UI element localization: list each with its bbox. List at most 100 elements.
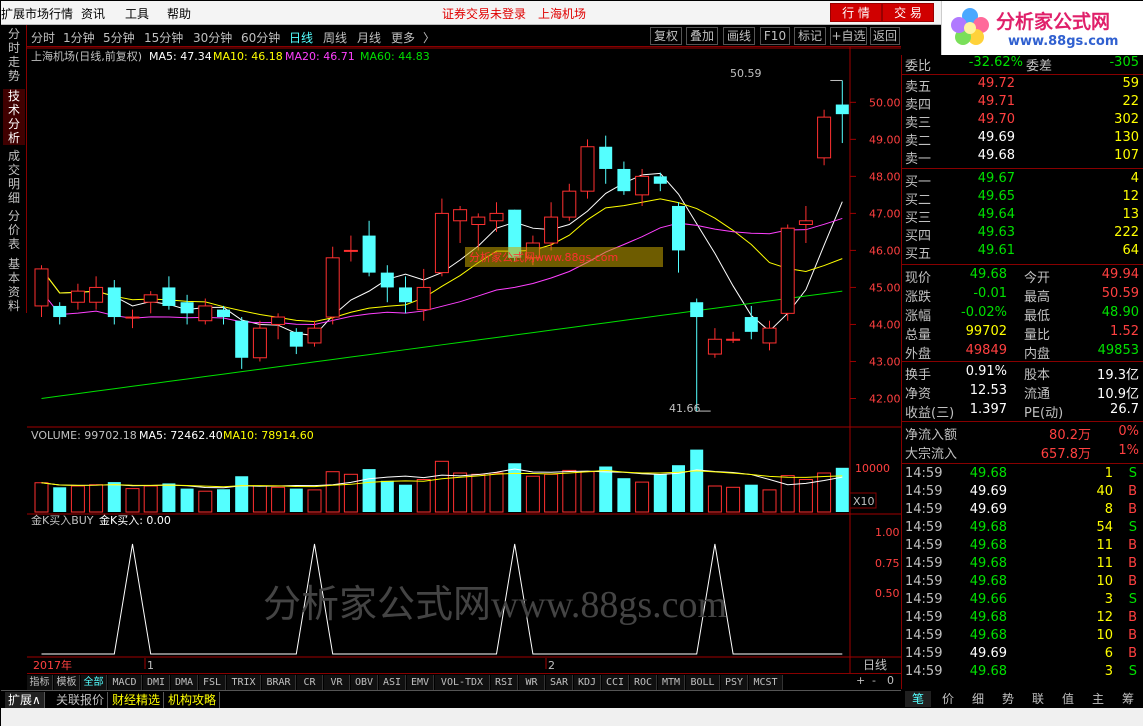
price-tick-label: 50.00 <box>869 96 901 109</box>
status-institution[interactable]: 机构攻略 <box>165 692 221 708</box>
tab-price-table[interactable]: 分价表 <box>3 209 25 251</box>
volume-bar <box>508 463 522 512</box>
right-tab-1[interactable]: 价 <box>935 691 961 707</box>
indicator-tab-sar[interactable]: SAR <box>546 675 573 690</box>
chevron-right-icon[interactable]: 〉 <box>423 29 435 46</box>
indicator-tab-rsi[interactable]: RSI <box>491 675 518 690</box>
indicator-tab-brar[interactable]: BRAR <box>262 675 296 690</box>
candle-body <box>580 146 595 192</box>
volume-bar <box>835 467 849 512</box>
volume-bar <box>143 485 158 513</box>
right-tab-4[interactable]: 联 <box>1025 691 1051 707</box>
status-expand[interactable]: 扩展∧ <box>5 692 45 708</box>
add-watchlist-button[interactable]: +自选 <box>830 27 867 45</box>
period-daily[interactable]: 日线 <box>289 29 313 46</box>
candle-body <box>835 104 849 115</box>
volume-bar <box>70 485 85 513</box>
tick-trade-row: 14:59 49.69 8 B <box>905 502 1137 517</box>
tab-deals[interactable]: 成交明细 <box>3 149 25 205</box>
indicator-tab-dma[interactable]: DMA <box>171 675 198 690</box>
indicator-tab-mtm[interactable]: MTM <box>658 675 685 690</box>
candle-body <box>817 116 832 159</box>
trade-button[interactable]: 交 易 <box>882 3 934 22</box>
indicator-tab-fsl[interactable]: FSL <box>199 675 226 690</box>
period-60min[interactable]: 60分钟 <box>241 29 280 46</box>
sell-level-row: 卖四 49.71 22 <box>905 94 1139 113</box>
quote-button[interactable]: 行 情 <box>830 3 882 22</box>
indicator-tab-boll[interactable]: BOLL <box>686 675 720 690</box>
candle-body <box>726 338 741 341</box>
login-status[interactable]: 证券交易未登录 <box>442 5 526 22</box>
candle-body <box>198 305 213 322</box>
indicator-tab-kdj[interactable]: KDJ <box>574 675 601 690</box>
right-tab-3[interactable]: 势 <box>995 691 1021 707</box>
period-timeshare[interactable]: 分时 <box>31 29 55 46</box>
indicator-tab-cr[interactable]: CR <box>297 675 323 690</box>
indicator-tab-wr[interactable]: WR <box>519 675 545 690</box>
indicator-tab-dmi[interactable]: DMI <box>143 675 170 690</box>
zoom-reset-button[interactable]: 0 <box>887 674 894 687</box>
period-more[interactable]: 更多 <box>391 29 415 46</box>
indicator-tab-vr[interactable]: VR <box>324 675 350 690</box>
status-finance-picks[interactable]: 财经精选 <box>109 692 165 708</box>
sell-level-row: 卖一 49.68 107 <box>905 148 1139 167</box>
menu-help[interactable]: 帮助 <box>167 5 191 22</box>
kline-chart[interactable]: 50.00 49.00 48.00 47.00 46.00 45.00 44.00 43.00… <box>27 47 901 673</box>
price-tick-label: 43.00 <box>869 355 901 368</box>
right-tab-0[interactable]: 笔 <box>905 691 931 707</box>
candle-body <box>162 287 176 306</box>
quote-stat-row: 总量 99702 量比 1.52 <box>905 324 1139 343</box>
mark-button[interactable]: 标记 <box>794 27 826 45</box>
right-tab-2[interactable]: 细 <box>965 691 991 707</box>
period-30min[interactable]: 30分钟 <box>193 29 232 46</box>
draw-line-button[interactable]: 画线 <box>723 27 755 45</box>
period-weekly[interactable]: 周线 <box>323 29 347 46</box>
indicator-tab-bar: 指标 模板 全部 MACD DMI DMA FSL TRIX BRAR CR VR OBV ASI EMV… <box>27 673 901 690</box>
indicator-tab-obv[interactable]: OBV <box>351 675 378 690</box>
volume-bar <box>89 484 104 513</box>
indicator-tab-cci[interactable]: CCI <box>602 675 629 690</box>
period-5min[interactable]: 5分钟 <box>103 29 135 46</box>
indicator-tab-emv[interactable]: EMV <box>407 675 434 690</box>
indicator-tab-trix[interactable]: TRIX <box>227 675 261 690</box>
panel-divider <box>902 74 1143 75</box>
indicator-tab-模板[interactable]: 模板 <box>54 675 80 690</box>
period-monthly[interactable]: 月线 <box>357 29 381 46</box>
logo-url: www.88gs.com <box>1008 34 1119 49</box>
period-1min[interactable]: 1分钟 <box>63 29 95 46</box>
indicator-tab-vol-tdx[interactable]: VOL-TDX <box>435 675 490 690</box>
fundamental-row: 收益(三) 1.397 PE(动) 26.7 <box>905 402 1139 421</box>
back-button[interactable]: 返回 <box>870 27 900 45</box>
menu-info[interactable]: 资讯 <box>81 5 105 22</box>
volume-bar <box>325 471 340 513</box>
ma60-label: MA60: 44.83 <box>360 50 430 63</box>
right-tab-7[interactable]: 筹 <box>1115 691 1141 707</box>
tab-timeshare[interactable]: 分时走势 <box>3 27 25 83</box>
zoom-out-button[interactable]: - <box>872 674 876 687</box>
axis-year: 2017年 <box>33 658 72 672</box>
menu-tools[interactable]: 工具 <box>125 5 149 22</box>
top-stock-name: 上海机场 <box>538 7 587 21</box>
indicator-tab-roc[interactable]: ROC <box>630 675 657 690</box>
indicator-tab-全部[interactable]: 全部 <box>81 675 107 690</box>
volume-bar <box>217 489 230 512</box>
right-tab-6[interactable]: 主 <box>1085 691 1111 707</box>
overlay-button[interactable]: 叠加 <box>686 27 718 45</box>
tab-technical[interactable]: 技术分析 <box>3 89 25 145</box>
adjust-button[interactable]: 复权 <box>650 27 682 45</box>
axis-month-2: 2 <box>548 659 555 672</box>
price-tick-label: 49.00 <box>869 133 901 146</box>
period-15min[interactable]: 15分钟 <box>144 29 183 46</box>
status-related-quotes[interactable]: 关联报价 <box>53 692 109 708</box>
indicator-tab-指标[interactable]: 指标 <box>27 675 53 690</box>
indicator-tab-asi[interactable]: ASI <box>379 675 406 690</box>
indicator-tab-mcst[interactable]: MCST <box>749 675 783 690</box>
right-tab-5[interactable]: 值 <box>1055 691 1081 707</box>
tab-basic-info[interactable]: 基本资料 <box>3 257 25 313</box>
indicator-tab-psy[interactable]: PSY <box>721 675 748 690</box>
zoom-in-button[interactable]: + <box>856 674 865 687</box>
f10-button[interactable]: F10 <box>760 27 790 45</box>
indicator-tab-macd[interactable]: MACD <box>108 675 142 690</box>
price-tick-label: 46.00 <box>869 244 901 257</box>
volume-bar <box>562 469 577 513</box>
